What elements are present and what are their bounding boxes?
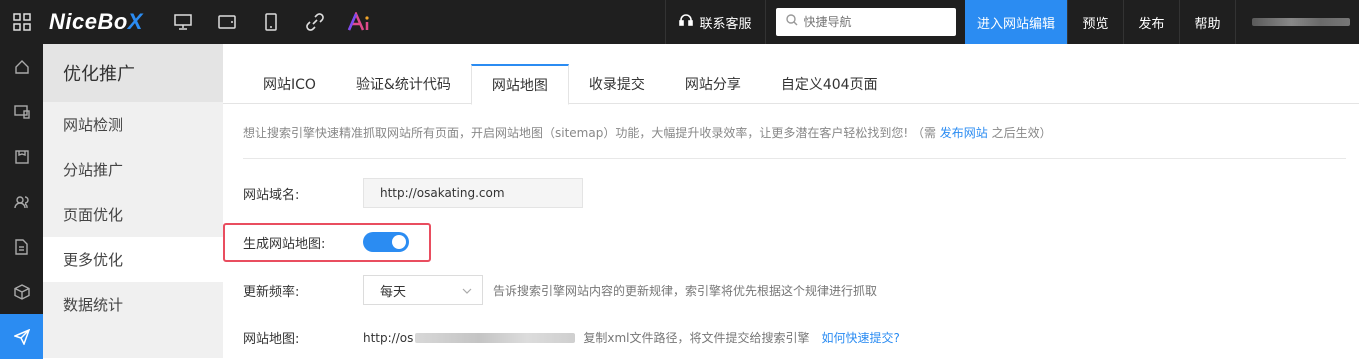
generate-sitemap-toggle[interactable] bbox=[363, 232, 409, 252]
tab-index-submit[interactable]: 收录提交 bbox=[569, 64, 665, 104]
update-frequency-value: 每天 bbox=[380, 284, 407, 300]
send-icon[interactable] bbox=[0, 314, 43, 359]
user-account-menu[interactable] bbox=[1235, 0, 1359, 44]
how-to-submit-link[interactable]: 如何快速提交? bbox=[822, 329, 900, 346]
toggle-knob bbox=[392, 235, 406, 249]
template-icon[interactable] bbox=[0, 134, 43, 179]
sitemap-description: 想让搜索引擎快速精准抓取网站所有页面，开启网站地图（sitemap）功能，大幅提… bbox=[243, 126, 1052, 140]
sitemap-copy-hint: 复制xml文件路径，将文件提交给搜索引擎 bbox=[583, 331, 810, 345]
publish-button[interactable]: 发布 bbox=[1123, 0, 1179, 44]
document-icon[interactable] bbox=[0, 224, 43, 269]
enter-editor-button[interactable]: 进入网站编辑 bbox=[965, 0, 1067, 44]
sidebar-title: 优化推广 bbox=[43, 44, 223, 102]
sitemap-url[interactable]: http://os bbox=[363, 331, 576, 345]
apps-grid-icon[interactable] bbox=[0, 0, 43, 44]
publish-site-link[interactable]: 发布网站 bbox=[940, 126, 988, 140]
update-frequency-select[interactable]: 每天 bbox=[363, 275, 483, 305]
generate-sitemap-row: 生成网站地图: bbox=[243, 232, 409, 252]
update-frequency-hint: 告诉搜索引擎网站内容的更新规律，索引擎将优先根据这个规律进行抓取 bbox=[493, 283, 878, 298]
tab-custom-404[interactable]: 自定义404页面 bbox=[761, 64, 898, 104]
desktop-icon[interactable] bbox=[161, 0, 205, 44]
tablet-icon[interactable] bbox=[205, 0, 249, 44]
chevron-down-icon bbox=[462, 283, 472, 298]
redacted-url bbox=[415, 332, 576, 343]
link-icon[interactable] bbox=[293, 0, 337, 44]
home-icon[interactable] bbox=[0, 44, 43, 89]
icon-rail bbox=[0, 44, 43, 359]
customer-service-button[interactable]: 联系客服 bbox=[665, 0, 765, 44]
sitemap-url-label: 网站地图: bbox=[243, 332, 300, 347]
domain-label: 网站域名: bbox=[243, 187, 300, 203]
tab-verification-code[interactable]: 验证&统计代码 bbox=[336, 64, 471, 104]
top-bar: NiceBoX 联系客服 快捷导航 进入网站编辑 预览 发布 帮助 bbox=[0, 0, 1359, 44]
redacted-account-name bbox=[1252, 18, 1350, 26]
preview-button[interactable]: 预览 bbox=[1067, 0, 1123, 44]
generate-sitemap-label: 生成网站地图: bbox=[243, 236, 326, 252]
sidebar-item-site-check[interactable]: 网站检测 bbox=[43, 102, 223, 147]
sidebar-item-substation-promotion[interactable]: 分站推广 bbox=[43, 147, 223, 192]
sidebar-item-page-optimization[interactable]: 页面优化 bbox=[43, 192, 223, 237]
update-frequency-row: 更新频率: 每天 告诉搜索引擎网站内容的更新规律，索引擎将优先根据这个规律进行抓… bbox=[243, 275, 877, 305]
headset-icon bbox=[679, 13, 694, 31]
customer-service-label: 联系客服 bbox=[699, 16, 752, 32]
sidebar-item-statistics[interactable]: 数据统计 bbox=[43, 282, 223, 327]
sidebar-item-more-optimization[interactable]: 更多优化 bbox=[43, 237, 223, 282]
secondary-sidebar: 优化推广 网站检测 分站推广 页面优化 更多优化 数据统计 bbox=[43, 44, 223, 358]
tab-sitemap[interactable]: 网站地图 bbox=[470, 64, 569, 105]
main-content: 网站ICO 验证&统计代码 网站地图 收录提交 网站分享 自定义404页面 想让… bbox=[223, 44, 1359, 358]
section-divider bbox=[243, 158, 1346, 159]
search-input[interactable] bbox=[803, 15, 944, 29]
help-button[interactable]: 帮助 bbox=[1179, 0, 1235, 44]
domain-row: 网站域名: http://osakating.com bbox=[243, 178, 583, 208]
brand-logo[interactable]: NiceBoX bbox=[49, 9, 143, 35]
sitemap-url-row: 网站地图: http://os 复制xml文件路径，将文件提交给搜索引擎 如何快… bbox=[243, 328, 900, 348]
phone-icon[interactable] bbox=[249, 0, 293, 44]
update-frequency-label: 更新频率: bbox=[243, 284, 300, 300]
ai-icon[interactable] bbox=[337, 0, 381, 44]
tab-bar: 网站ICO 验证&统计代码 网站地图 收录提交 网站分享 自定义404页面 bbox=[223, 64, 1359, 105]
tab-site-ico[interactable]: 网站ICO bbox=[243, 64, 336, 104]
users-icon[interactable] bbox=[0, 179, 43, 224]
tab-site-share[interactable]: 网站分享 bbox=[665, 64, 761, 104]
search-icon bbox=[785, 14, 798, 30]
domain-field[interactable]: http://osakating.com bbox=[363, 178, 583, 208]
site-icon[interactable] bbox=[0, 89, 43, 134]
package-icon[interactable] bbox=[0, 269, 43, 314]
quick-nav-search bbox=[765, 0, 965, 44]
